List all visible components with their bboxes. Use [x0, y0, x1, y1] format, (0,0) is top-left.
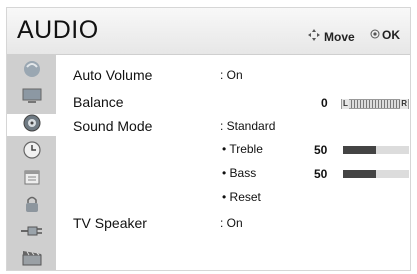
page-title: AUDIO	[17, 16, 99, 44]
sidebar-item-picture[interactable]	[13, 60, 50, 82]
audio-menu-window: AUDIO Move OK Auto Volume: On Balance 0…	[6, 7, 411, 271]
sidebar-item-lock[interactable]	[13, 195, 50, 217]
treble-value: 50	[314, 143, 328, 157]
sidebar-item-time[interactable]	[13, 140, 50, 165]
sidebar-item-screen[interactable]	[13, 87, 50, 109]
reset-option[interactable]: • Reset	[222, 190, 261, 204]
balance-slider[interactable]: L R	[341, 99, 409, 109]
navigation-arrows-icon	[307, 28, 321, 45]
picture-icon	[22, 59, 42, 84]
bass-value: 50	[314, 167, 328, 181]
balance-value: 0	[321, 96, 328, 110]
ok-button-icon	[370, 28, 380, 42]
clock-icon	[22, 140, 42, 165]
settings-panel: Auto Volume : On Balance 0 L R Sound Mod…	[56, 55, 410, 270]
clapperboard-icon	[21, 249, 43, 271]
auto-volume-label[interactable]: Auto Volume	[73, 67, 152, 83]
ok-hint: OK	[370, 28, 400, 42]
treble-slider-fill	[343, 146, 376, 154]
ok-label: OK	[382, 28, 400, 42]
treble-slider[interactable]	[343, 146, 409, 154]
sidebar-item-input[interactable]	[13, 222, 50, 244]
calendar-icon	[22, 167, 42, 192]
monitor-icon	[21, 87, 43, 110]
bass-slider[interactable]	[343, 170, 409, 178]
balance-label[interactable]: Balance	[73, 94, 124, 110]
sidebar-item-media[interactable]	[13, 249, 50, 271]
sidebar-item-audio[interactable]	[7, 114, 56, 136]
balance-right-label: R	[400, 99, 408, 109]
audio-icon	[22, 113, 42, 138]
category-sidebar	[7, 55, 57, 270]
treble-label[interactable]: • Treble	[222, 142, 263, 156]
balance-left-label: L	[342, 99, 349, 109]
bass-label[interactable]: • Bass	[222, 166, 256, 180]
lock-icon	[22, 194, 42, 219]
sidebar-item-schedule[interactable]	[13, 168, 50, 190]
tv-speaker-label[interactable]: TV Speaker	[73, 215, 147, 231]
sound-mode-value: : Standard	[220, 119, 276, 133]
sound-mode-label[interactable]: Sound Mode	[73, 118, 152, 134]
move-label: Move	[324, 29, 355, 44]
tv-speaker-value: : On	[220, 216, 243, 230]
input-plug-icon	[20, 223, 44, 244]
bass-slider-fill	[343, 170, 376, 178]
auto-volume-value: : On	[220, 68, 243, 82]
move-hint: Move	[307, 28, 355, 45]
menu-header: AUDIO Move OK	[7, 8, 410, 55]
